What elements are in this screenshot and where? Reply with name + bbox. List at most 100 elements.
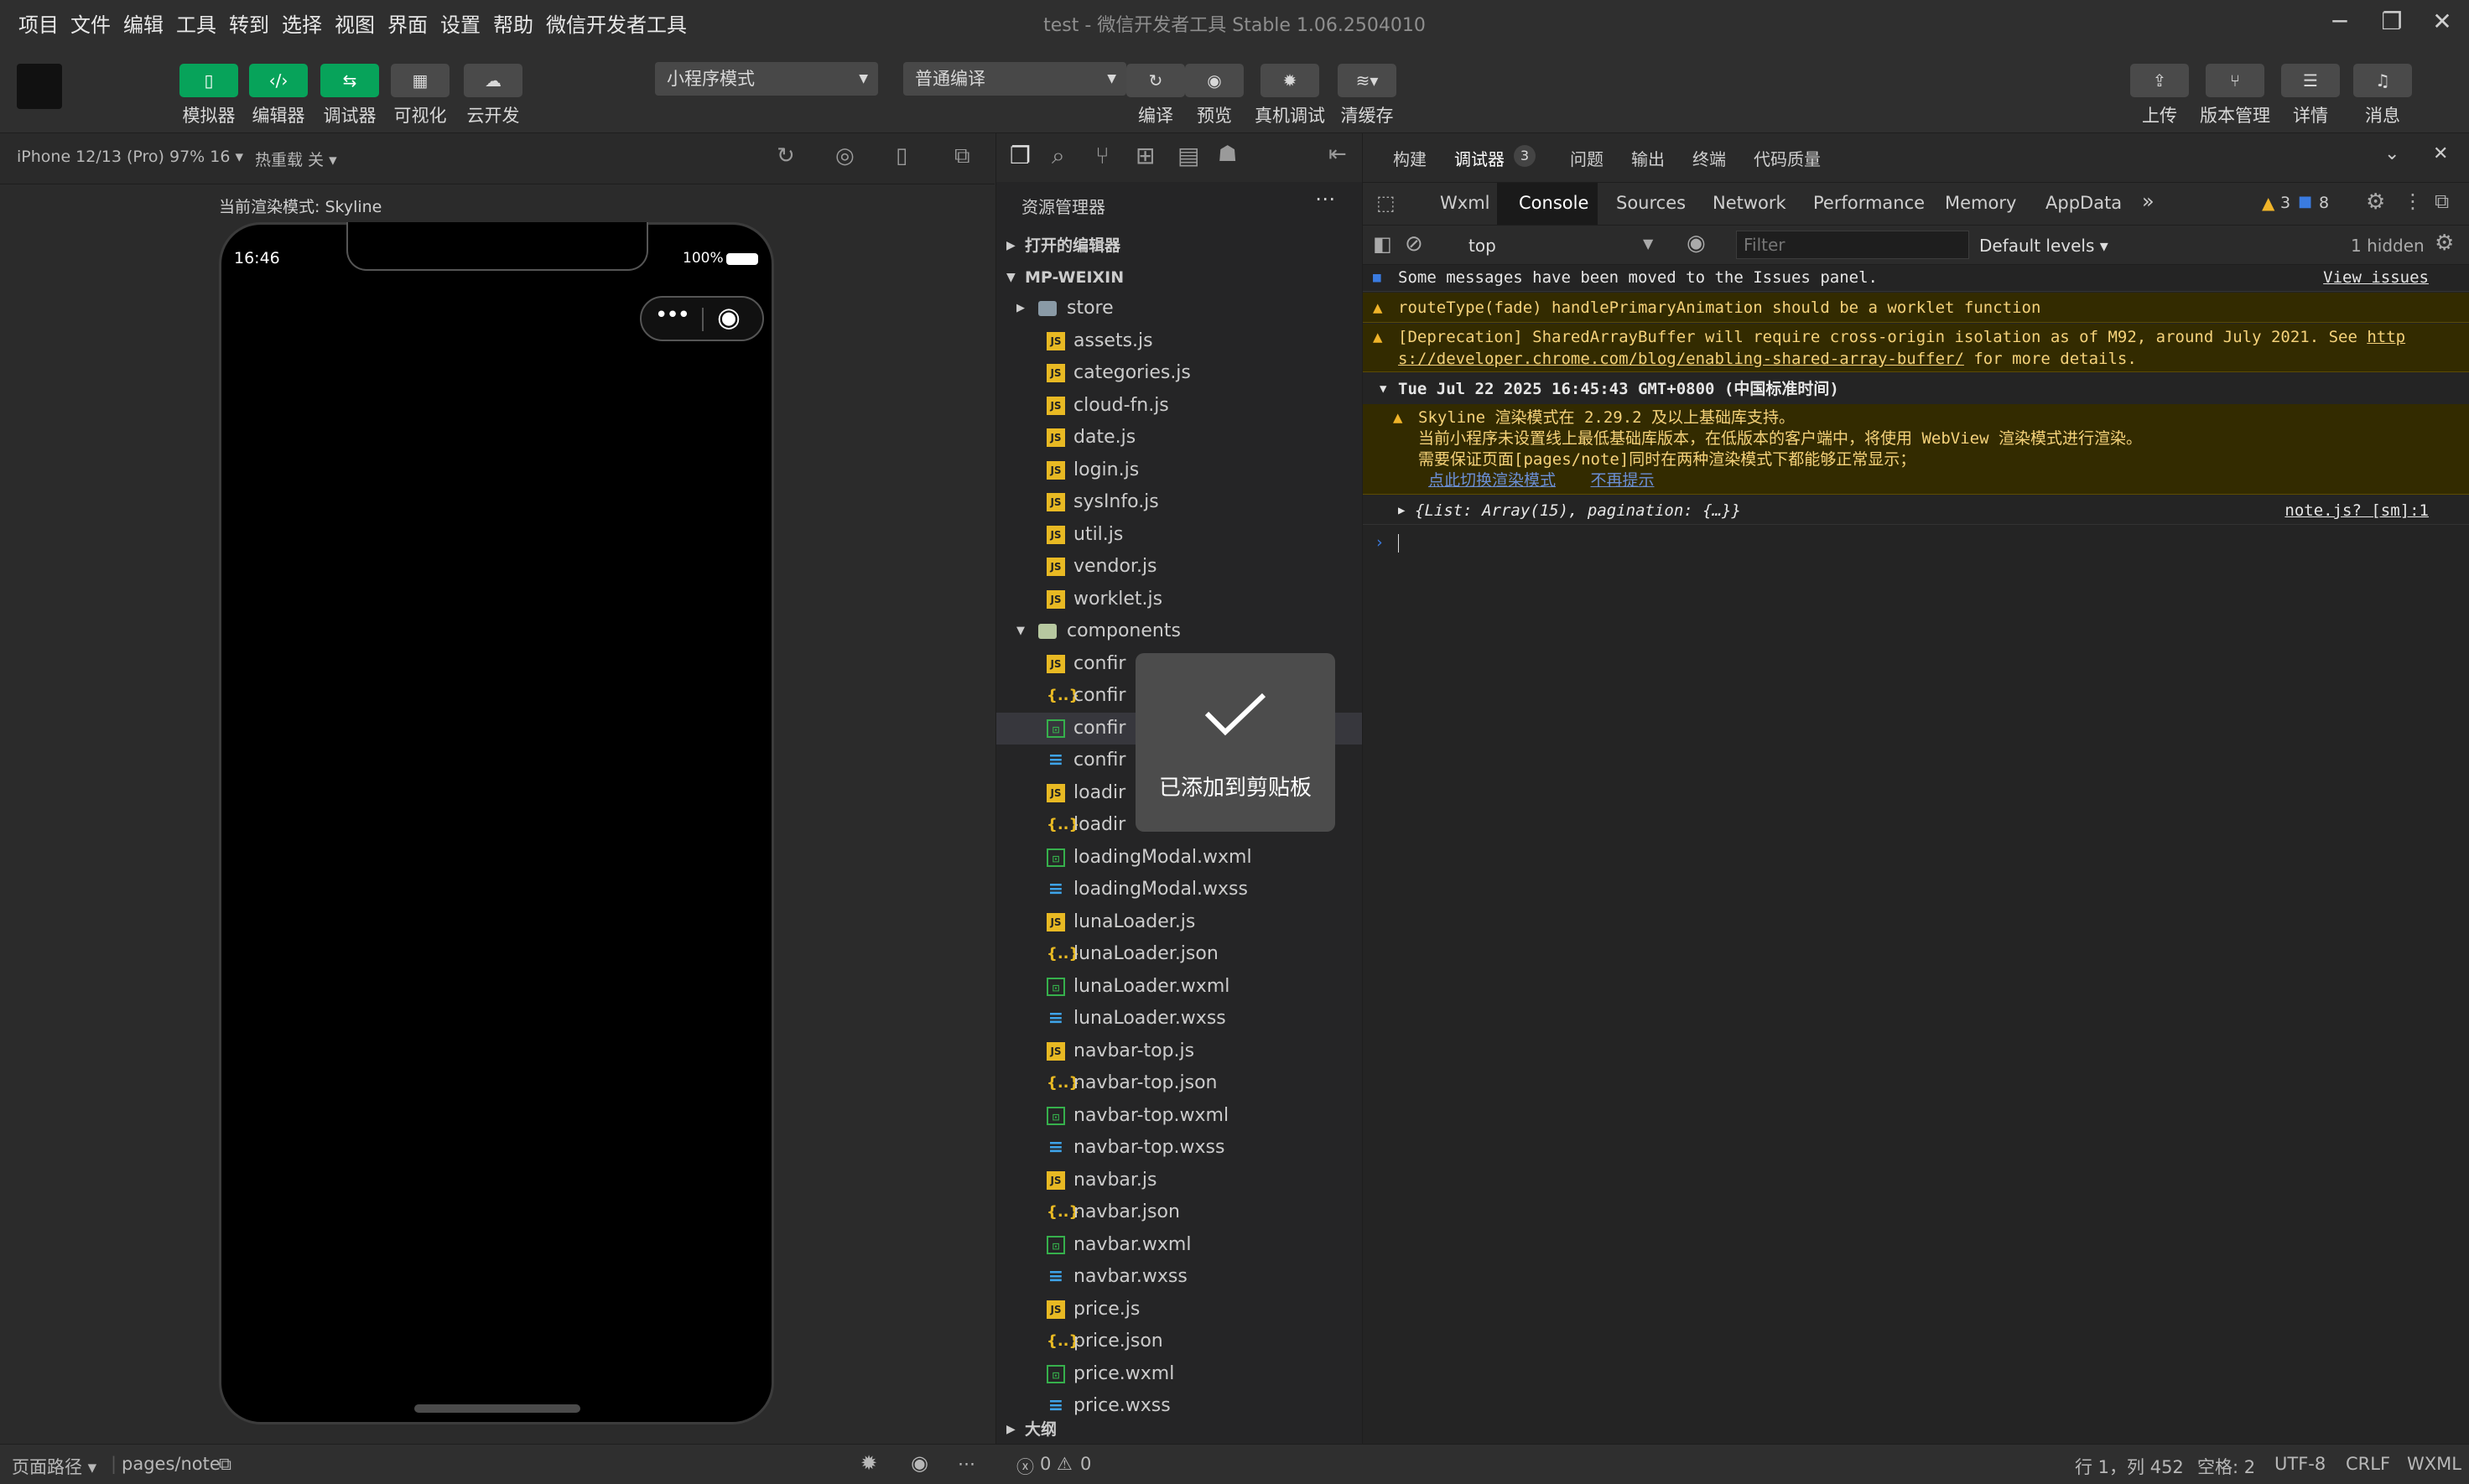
tab-console[interactable]: Console — [1519, 193, 1588, 213]
encoding[interactable]: UTF-8 — [2274, 1454, 2326, 1474]
details-button[interactable]: ☰ — [2281, 64, 2340, 97]
error-count[interactable]: 0 — [1040, 1454, 1051, 1474]
close-panel-icon[interactable]: ✕ — [2433, 143, 2448, 164]
page-path-select[interactable]: 页面路径 ▾ — [12, 1454, 96, 1479]
compile-select[interactable]: 普通编译 ▼ — [903, 62, 1126, 96]
tab-memory[interactable]: Memory — [1945, 193, 2016, 213]
file-item[interactable]: JS sysInfo.js — [996, 486, 1362, 518]
file-item[interactable]: {..} navbar-top.json — [996, 1067, 1362, 1099]
collapse-panel-icon[interactable]: ⇤ — [1328, 142, 1347, 167]
compile-button[interactable]: ↻ — [1126, 64, 1185, 97]
file-item[interactable]: JS navbar.js — [996, 1165, 1362, 1196]
root-folder[interactable]: ▼ MP-WEIXIN — [996, 262, 1362, 293]
cloud-button[interactable]: ☁ — [464, 64, 522, 97]
dismiss-link[interactable]: 不再提示 — [1590, 471, 1654, 490]
console-object[interactable]: ▶ {List: Array(15), pagination: {…}} not… — [1363, 496, 2469, 525]
file-item[interactable]: JS navbar-top.js — [996, 1035, 1362, 1067]
preview-button[interactable]: ◉ — [1185, 64, 1244, 97]
tab-problems[interactable]: 问题 — [1570, 146, 1604, 170]
deprecation-link[interactable]: http — [2367, 328, 2405, 346]
version-button[interactable]: ⑂ — [2206, 64, 2264, 97]
file-item[interactable]: ⊡ navbar-top.wxml — [996, 1100, 1362, 1132]
close-icon[interactable]: ✕ — [2424, 5, 2461, 39]
phone-screen[interactable] — [219, 222, 774, 1424]
folder-item[interactable]: ▼ components — [996, 615, 1362, 647]
file-item[interactable]: JS worklet.js — [996, 584, 1362, 615]
visual-button[interactable]: ▦ — [391, 64, 450, 97]
gear-icon[interactable]: ⚙ — [2366, 189, 2385, 215]
file-item[interactable]: JS assets.js — [996, 325, 1362, 357]
line-ending[interactable]: CRLF — [2346, 1454, 2390, 1474]
warning-count[interactable]: 0 — [1080, 1454, 1091, 1474]
clear-cache-button[interactable]: ≋▾ — [1338, 64, 1396, 97]
copy-icon[interactable]: ⧉ — [219, 1454, 231, 1475]
window-icon[interactable]: ⧉ — [954, 143, 970, 169]
tab-terminal[interactable]: 终端 — [1692, 146, 1726, 170]
tab-output[interactable]: 输出 — [1631, 146, 1665, 170]
tab-debugger[interactable]: 调试器 — [1454, 146, 1505, 170]
file-item[interactable]: {..} lunaLoader.json — [996, 938, 1362, 970]
view-issues-link[interactable]: View issues — [2323, 263, 2429, 292]
context-select[interactable]: top — [1468, 236, 1496, 256]
file-item[interactable]: JS vendor.js — [996, 551, 1362, 583]
info-count[interactable]: 8 — [2319, 194, 2329, 212]
storage-icon[interactable]: ▤ — [1177, 142, 1199, 169]
debugger-button[interactable]: ⇆ — [320, 64, 379, 97]
upload-button[interactable]: ⇪ — [2130, 64, 2189, 97]
filter-input[interactable] — [1736, 231, 1969, 259]
file-item[interactable]: JS lunaLoader.js — [996, 906, 1362, 938]
indentation[interactable]: 空格: 2 — [2197, 1454, 2255, 1479]
file-item[interactable]: JS util.js — [996, 519, 1362, 551]
file-item[interactable]: ≡ lunaLoader.wxss — [996, 1003, 1362, 1035]
file-item[interactable]: ≡ navbar.wxss — [996, 1261, 1362, 1293]
remote-debug-button[interactable]: ✹ — [1260, 64, 1319, 97]
file-item[interactable]: ⊡ navbar.wxml — [996, 1229, 1362, 1261]
tab-network[interactable]: Network — [1713, 193, 1786, 213]
kebab-icon[interactable]: ⋮ — [2403, 189, 2423, 213]
files-icon[interactable]: ❐ — [1010, 142, 1031, 169]
simulator-button[interactable]: ▯ — [179, 64, 238, 97]
file-item[interactable]: ≡ navbar-top.wxss — [996, 1132, 1362, 1164]
clear-console-icon[interactable]: ⊘ — [1405, 231, 1423, 257]
more-icon[interactable]: ••• — [655, 303, 690, 328]
stop-icon[interactable]: ◎ — [835, 143, 855, 169]
avatar[interactable] — [17, 64, 62, 109]
switch-render-link[interactable]: 点此切换渲染模式 — [1428, 471, 1556, 490]
eye-icon[interactable]: ◉ — [911, 1451, 928, 1475]
restore-icon[interactable]: ❐ — [2373, 5, 2410, 39]
language-mode[interactable]: WXML — [2407, 1454, 2461, 1474]
console-group[interactable]: ▼ Tue Jul 22 2025 16:45:43 GMT+0800 (中国标… — [1363, 374, 2469, 404]
file-item[interactable]: JS categories.js — [996, 357, 1362, 389]
search-icon[interactable]: ⌕ — [1052, 142, 1065, 170]
tab-code-quality[interactable]: 代码质量 — [1754, 146, 1821, 170]
bug-icon[interactable]: ✹ — [860, 1451, 877, 1475]
close-mini-program-icon[interactable]: ◉ — [717, 301, 741, 333]
source-link[interactable]: note.js? [sm]:1 — [2284, 496, 2429, 525]
refresh-icon[interactable]: ↻ — [777, 143, 795, 169]
tab-appdata[interactable]: AppData — [2045, 193, 2122, 213]
dock-icon[interactable]: ⧉ — [2435, 189, 2449, 213]
tab-wxml[interactable]: Wxml — [1440, 193, 1489, 213]
file-item[interactable]: ⊡ loadingModal.wxml — [996, 842, 1362, 874]
file-item[interactable]: ≡ loadingModal.wxss — [996, 874, 1362, 905]
tab-performance[interactable]: Performance — [1813, 193, 1925, 213]
more-tabs-icon[interactable]: » — [2142, 189, 2155, 213]
file-item[interactable]: JS login.js — [996, 454, 1362, 486]
file-item[interactable]: JS price.js — [996, 1294, 1362, 1326]
file-item[interactable]: {..} price.json — [996, 1326, 1362, 1357]
mode-select[interactable]: 小程序模式 ▼ — [655, 62, 878, 96]
minimize-icon[interactable]: ─ — [2321, 5, 2358, 39]
warning-count[interactable]: 3 — [2280, 194, 2290, 212]
console-settings-icon[interactable]: ⚙ — [2435, 231, 2454, 256]
editor-button[interactable]: ‹/› — [249, 64, 308, 97]
inspect-icon[interactable]: ⬚ — [1376, 191, 1396, 215]
docker-icon[interactable]: ☗ — [1218, 142, 1237, 167]
sidebar-toggle-icon[interactable]: ◧ — [1373, 232, 1392, 256]
more-icon[interactable]: ⋯ — [1315, 187, 1335, 210]
tab-sources[interactable]: Sources — [1616, 193, 1686, 213]
device-select[interactable]: iPhone 12/13 (Pro) 97% 16 ▾ — [17, 148, 243, 166]
git-icon[interactable]: ⑂ — [1095, 142, 1110, 169]
cursor-position[interactable]: 行 1，列 452 — [2075, 1454, 2184, 1479]
tab-build[interactable]: 构建 — [1393, 146, 1427, 170]
more-icon[interactable]: ⋯ — [958, 1454, 975, 1474]
